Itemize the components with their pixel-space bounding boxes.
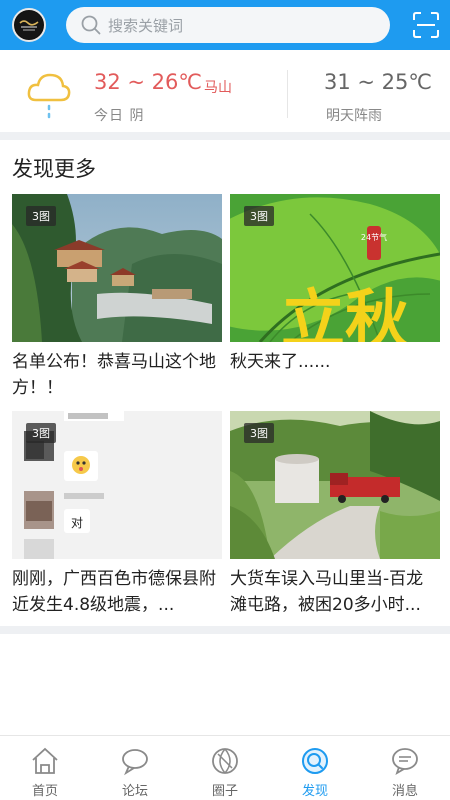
nav-label: 首页 bbox=[31, 784, 58, 799]
scan-icon[interactable] bbox=[412, 11, 440, 39]
message-icon bbox=[392, 748, 418, 775]
card-image-3[interactable]: 对 3图 bbox=[12, 411, 222, 559]
image-count-badge: 3图 bbox=[26, 423, 56, 443]
card-title-2[interactable]: 秋天来了...... bbox=[230, 349, 440, 375]
image-count-badge: 3图 bbox=[244, 423, 274, 443]
card-image-1[interactable]: 3图 bbox=[12, 194, 222, 342]
nav-label: 发现 bbox=[301, 784, 328, 799]
chat-reply-text: 对 bbox=[71, 516, 83, 530]
app-logo[interactable] bbox=[12, 8, 46, 42]
weather-divider bbox=[287, 70, 288, 118]
list-end-separator bbox=[0, 626, 450, 634]
nav-label: 论坛 bbox=[121, 784, 148, 799]
app-screen: 搜索关键词 32 ~ 26℃ 马山 今日 阴 31 ~ 25℃ 明天阵雨 发现更… bbox=[0, 0, 450, 800]
top-bar: 搜索关键词 bbox=[0, 0, 450, 50]
card-image-2[interactable]: 24节气 立秋 3图 bbox=[230, 194, 440, 342]
search-icon bbox=[81, 15, 101, 35]
nav-item-messages[interactable]: 消息 bbox=[360, 736, 450, 800]
solar-term-tag: 24节气 bbox=[361, 232, 387, 242]
card-title-3[interactable]: 刚刚，广西百色市德保县附近发生4.8级地震，... bbox=[12, 566, 222, 618]
tomorrow-condition: 明天阵雨 bbox=[326, 108, 382, 124]
card-title-1[interactable]: 名单公布！恭喜马山这个地方！！ bbox=[12, 349, 222, 401]
today-temperature: 32 ~ 26℃ bbox=[94, 70, 202, 94]
cloud-rain-icon bbox=[27, 73, 71, 119]
city-name: 马山 bbox=[204, 80, 232, 96]
bottom-navigation: 首页 论坛 圈子 发现 消息 bbox=[0, 735, 450, 800]
discover-icon bbox=[302, 748, 328, 774]
nav-label: 圈子 bbox=[211, 784, 238, 799]
logo-icon bbox=[15, 11, 43, 39]
search-placeholder: 搜索关键词 bbox=[108, 16, 184, 35]
weather-panel[interactable]: 32 ~ 26℃ 马山 今日 阴 31 ~ 25℃ 明天阵雨 bbox=[0, 50, 450, 132]
nav-item-discover[interactable]: 发现 bbox=[270, 736, 360, 800]
circle-icon bbox=[212, 748, 238, 774]
chat-bubble-icon bbox=[122, 749, 148, 776]
today-condition: 今日 阴 bbox=[94, 108, 145, 124]
card-image-4[interactable]: 3图 bbox=[230, 411, 440, 559]
search-bar[interactable]: 搜索关键词 bbox=[66, 7, 390, 43]
nav-item-circle[interactable]: 圈子 bbox=[180, 736, 270, 800]
image-count-badge: 3图 bbox=[244, 206, 274, 226]
nav-item-forum[interactable]: 论坛 bbox=[90, 736, 180, 800]
card-title-4[interactable]: 大货车误入马山里当-百龙滩屯路，被困20多小时... bbox=[230, 566, 440, 618]
image-count-badge: 3图 bbox=[26, 206, 56, 226]
tomorrow-temperature: 31 ~ 25℃ bbox=[324, 70, 432, 94]
section-title: 发现更多 bbox=[12, 157, 96, 181]
home-icon bbox=[32, 747, 58, 774]
liqiu-calligraphy: 立秋 bbox=[281, 283, 409, 342]
nav-item-home[interactable]: 首页 bbox=[0, 736, 90, 800]
section-separator bbox=[0, 132, 450, 140]
nav-label: 消息 bbox=[391, 784, 418, 799]
